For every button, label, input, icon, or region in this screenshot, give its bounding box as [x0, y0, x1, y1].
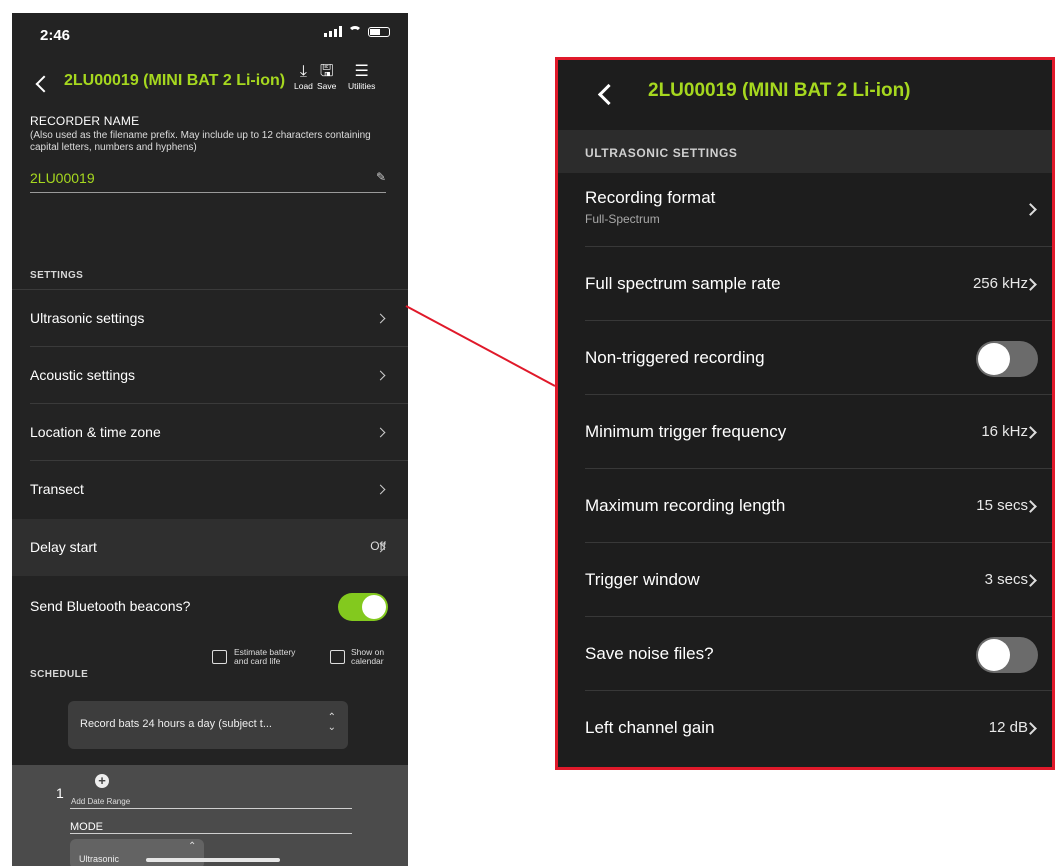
row-label: Save noise files?	[585, 644, 714, 663]
load-button[interactable]: ⤓ Load	[294, 63, 313, 91]
date-range-section: 1 + Add Date Range MODE Ultrasonic ⌃	[12, 765, 408, 866]
calendar-icon	[330, 650, 345, 664]
settings-item-label: Send Bluetooth beacons?	[30, 598, 191, 614]
zoom-nav-bar: 2LU00019 (MINI BAT 2 Li-ion)	[558, 60, 1052, 130]
save-noise-files-row: Save noise files?	[558, 617, 1052, 691]
ultrasonic-section-header: ULTRASONIC SETTINGS	[558, 130, 1052, 173]
trigger-window-row[interactable]: Trigger window 3 secs	[558, 543, 1052, 617]
signal-icon	[324, 26, 342, 37]
save-button[interactable]: 🖫 Save	[317, 63, 336, 91]
chevron-right-icon	[375, 484, 386, 495]
list-icon: ☰	[354, 63, 369, 80]
chevron-up-icon: ⌃	[188, 841, 197, 852]
mode-label: MODE	[70, 821, 103, 833]
save-label: Save	[317, 81, 337, 91]
schedule-picker[interactable]: Record bats 24 hours a day (subject t...…	[68, 701, 348, 749]
recorder-name-help: (Also used as the filename prefix. May i…	[30, 130, 371, 153]
settings-item-bluetooth: Send Bluetooth beacons?	[12, 578, 408, 635]
nav-bar: 2LU00019 (MINI BAT 2 Li-ion) ⤓ Load 🖫 Sa…	[12, 57, 408, 107]
toggle-knob	[978, 639, 1010, 671]
utilities-button[interactable]: ☰ Utilities	[348, 63, 375, 91]
chevron-right-icon	[375, 313, 386, 324]
add-date-range-icon[interactable]: +	[95, 774, 109, 788]
row-label: Recording format	[585, 188, 716, 207]
non-triggered-row: Non-triggered recording	[558, 321, 1052, 395]
recorder-name-field[interactable]: RECORDER NAME (Also used as the filename…	[30, 114, 390, 193]
row-label: Minimum trigger frequency	[585, 422, 787, 441]
max-recording-length-row[interactable]: Maximum recording length 15 secs	[558, 469, 1052, 543]
left-channel-gain-row[interactable]: Left channel gain 12 dB	[558, 691, 1052, 765]
up-down-chevron-icon: ⌃ ⌄	[327, 712, 336, 733]
schedule-header: SCHEDULE	[30, 669, 89, 680]
settings-header: SETTINGS	[30, 270, 84, 281]
settings-item-location[interactable]: Location & time zone	[12, 404, 408, 461]
row-value: 256 kHz	[972, 275, 1028, 292]
settings-item-delay-start[interactable]: Delay start Off	[12, 519, 408, 576]
settings-item-label: Delay start	[30, 539, 97, 555]
settings-item-ultrasonic[interactable]: Ultrasonic settings	[12, 290, 408, 347]
phone-screen: 2:46 2LU00019 (MINI BAT 2 Li-ion) ⤓ Load…	[12, 13, 408, 866]
recorder-name-underline	[30, 192, 386, 193]
pencil-icon[interactable]: ✎	[376, 170, 386, 184]
add-date-range-label[interactable]: Add Date Range	[71, 797, 130, 806]
row-value: 12 dB	[988, 719, 1028, 736]
estimate-battery-button[interactable]: Estimate battery and card life	[212, 648, 295, 666]
chevron-right-icon	[1024, 203, 1037, 216]
row-value: 3 secs	[984, 571, 1028, 588]
back-icon[interactable]	[597, 83, 620, 106]
ultrasonic-section-label: ULTRASONIC SETTINGS	[585, 146, 738, 160]
home-indicator[interactable]	[146, 858, 280, 862]
divider	[70, 833, 352, 834]
non-triggered-toggle[interactable]	[976, 341, 1038, 377]
settings-item-label: Location & time zone	[30, 424, 161, 440]
load-label: Load	[294, 81, 313, 91]
range-number: 1	[56, 785, 64, 801]
save-noise-files-toggle[interactable]	[976, 637, 1038, 673]
chevron-right-icon	[375, 427, 386, 438]
row-value: 15 secs	[976, 497, 1028, 514]
schedule-picker-value: Record bats 24 hours a day (subject t...	[80, 718, 272, 730]
recording-format-row[interactable]: Recording format Full-Spectrum	[558, 173, 1052, 247]
status-icons	[324, 26, 390, 37]
recorder-name-label: RECORDER NAME	[30, 114, 140, 128]
download-icon: ⤓	[299, 63, 307, 80]
settings-item-acoustic[interactable]: Acoustic settings	[12, 347, 408, 404]
bluetooth-toggle[interactable]	[338, 593, 388, 621]
utilities-label: Utilities	[348, 81, 376, 91]
wifi-icon	[348, 26, 362, 37]
battery-icon	[368, 26, 390, 37]
status-time: 2:46	[40, 27, 71, 44]
row-sublabel: Full-Spectrum	[585, 212, 660, 226]
chevron-right-icon	[375, 370, 386, 381]
settings-item-label: Acoustic settings	[30, 367, 136, 383]
sample-rate-row[interactable]: Full spectrum sample rate 256 kHz	[558, 247, 1052, 321]
recorder-name-value[interactable]: 2LU00019	[30, 170, 95, 186]
floppy-disk-icon: 🖫	[319, 63, 334, 80]
nav-title: 2LU00019 (MINI BAT 2 Li-ion)	[64, 72, 286, 89]
divider	[70, 808, 352, 809]
toggle-knob	[362, 595, 386, 619]
settings-item-transect[interactable]: Transect	[12, 461, 408, 518]
zoom-callout-panel: 2LU00019 (MINI BAT 2 Li-ion) ULTRASONIC …	[555, 57, 1055, 770]
toggle-knob	[978, 343, 1010, 375]
status-bar: 2:46	[12, 13, 408, 55]
min-trigger-frequency-row[interactable]: Minimum trigger frequency 16 kHz	[558, 395, 1052, 469]
row-label: Full spectrum sample rate	[585, 274, 781, 293]
show-on-calendar-button[interactable]: Show on calendar	[330, 648, 384, 666]
row-label: Non-triggered recording	[585, 348, 765, 367]
connector-line	[405, 305, 556, 387]
calculator-icon	[212, 650, 227, 664]
settings-item-label: Transect	[30, 481, 84, 497]
zoom-nav-title: 2LU00019 (MINI BAT 2 Li-ion)	[648, 80, 911, 101]
row-label: Maximum recording length	[585, 496, 786, 515]
settings-item-label: Ultrasonic settings	[30, 310, 145, 326]
row-label: Trigger window	[585, 570, 700, 589]
mode-select-value: Ultrasonic	[79, 854, 120, 864]
row-value: 16 kHz	[981, 423, 1028, 440]
back-icon[interactable]	[35, 75, 53, 93]
row-label: Left channel gain	[585, 718, 715, 737]
